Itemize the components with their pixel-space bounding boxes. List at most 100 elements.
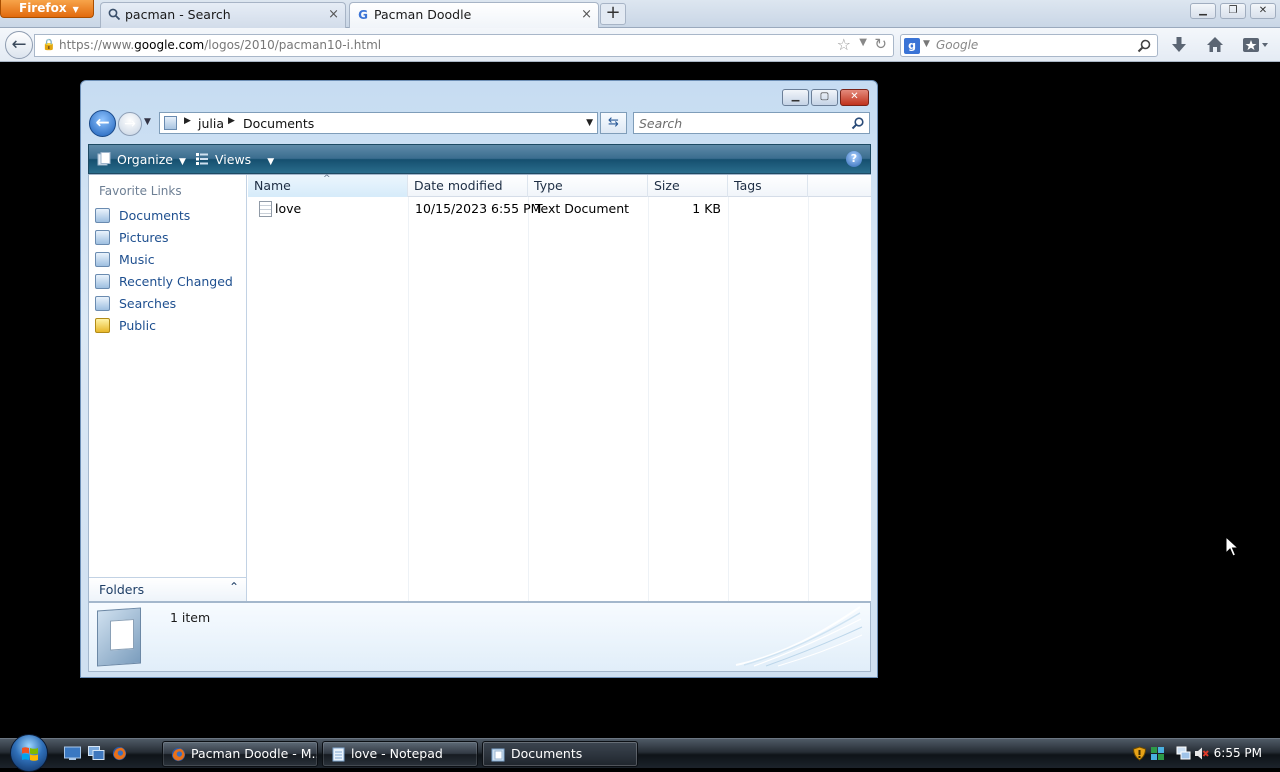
security-shield-icon[interactable] <box>1132 746 1147 761</box>
item-count: 1 item <box>170 610 211 625</box>
chevron-down-icon[interactable]: ▼ <box>923 39 930 49</box>
notepad-icon <box>332 747 345 762</box>
search-icon <box>107 8 121 22</box>
column-size[interactable]: Size <box>648 175 728 197</box>
column-name[interactable]: ^ Name <box>248 174 408 197</box>
organize-button[interactable]: Organize ▼ <box>97 150 186 170</box>
taskbar-button-firefox[interactable]: Pacman Doodle - M... <box>162 741 318 767</box>
bookmarks-menu-icon[interactable] <box>1240 34 1272 56</box>
music-icon <box>95 252 110 267</box>
table-row[interactable]: love 10/15/2023 6:55 PM Text Document 1 … <box>248 199 808 219</box>
firefox-quicklaunch-icon[interactable] <box>111 746 128 761</box>
breadcrumb-julia[interactable]: julia <box>198 116 224 131</box>
explorer-minimize-button[interactable]: ▁ <box>782 89 809 106</box>
taskbar-label: love - Notepad <box>351 746 443 761</box>
minimize-button[interactable]: ▁ <box>1190 3 1216 19</box>
network-icon[interactable] <box>1176 746 1191 761</box>
favorite-pictures[interactable]: Pictures <box>95 229 243 247</box>
close-tab-icon[interactable]: × <box>328 3 339 27</box>
column-date-modified[interactable]: Date modified <box>408 175 528 197</box>
tab-pacman-search[interactable]: pacman - Search × <box>100 2 346 28</box>
breadcrumb-arrow-icon[interactable]: ▶ <box>184 116 191 126</box>
column-type[interactable]: Type <box>528 175 648 197</box>
restore-button[interactable]: ❐ <box>1220 3 1246 19</box>
show-desktop-icon[interactable] <box>64 746 81 761</box>
refresh-button[interactable]: ⇆ <box>600 112 627 134</box>
folder-location-icon <box>164 116 177 130</box>
favorite-searches[interactable]: Searches <box>95 295 243 313</box>
tray-app-icon[interactable] <box>1150 746 1165 761</box>
url-bar[interactable]: 🔒 https://www.google.com/logos/2010/pacm… <box>34 34 894 57</box>
decorative-swoosh-icon <box>735 606 863 667</box>
firefox-menu-button[interactable]: Firefox ▼ <box>0 0 94 18</box>
folders-toggle[interactable]: Folders ⌃ <box>89 577 246 601</box>
column-divider <box>528 197 529 601</box>
web-search-bar[interactable]: g ▼ Google <box>900 34 1158 57</box>
address-bar[interactable]: ▶ julia ▶ Documents ▼ <box>159 112 598 134</box>
column-tags[interactable]: Tags <box>728 175 808 197</box>
home-icon[interactable] <box>1203 34 1227 56</box>
system-tray: 6:55 PM <box>1130 739 1280 769</box>
explorer-close-button[interactable]: ✕ <box>840 89 869 106</box>
search-icon[interactable] <box>1137 36 1151 57</box>
clock[interactable]: 6:55 PM <box>1214 746 1262 760</box>
firefox-menu-label: Firefox <box>19 1 67 15</box>
column-header-row: ^ Name Date modified Type Size Tags <box>248 174 871 197</box>
file-name: love <box>275 201 302 216</box>
bookmark-star-icon[interactable]: ☆ <box>837 35 851 54</box>
chevron-up-icon: ⌃ <box>228 580 239 594</box>
breadcrumb-arrow-icon[interactable]: ▶ <box>228 116 235 126</box>
taskbar-button-notepad[interactable]: love - Notepad <box>322 741 478 767</box>
address-dropdown-icon[interactable]: ▼ <box>586 118 593 128</box>
favorite-music[interactable]: Music <box>95 251 243 269</box>
search-engine-icon[interactable]: g <box>904 38 920 54</box>
start-button[interactable] <box>10 734 48 772</box>
search-placeholder: Search <box>639 116 683 131</box>
browser-nav-bar: 🔒 https://www.google.com/logos/2010/pacm… <box>0 28 1280 62</box>
taskbar-button-documents[interactable]: Documents <box>482 741 638 767</box>
search-icon[interactable] <box>851 114 864 134</box>
windows-logo-icon <box>22 747 38 761</box>
details-pane: 1 item <box>88 602 871 672</box>
history-dropdown-icon[interactable]: ▼ <box>859 37 867 48</box>
back-button[interactable]: ← <box>89 110 116 137</box>
file-list: ^ Name Date modified Type Size Tags love… <box>248 174 871 601</box>
back-button[interactable]: ← <box>5 31 33 59</box>
forward-button[interactable]: → <box>118 112 142 136</box>
favorite-label: Recently Changed <box>119 274 233 289</box>
breadcrumb-documents[interactable]: Documents <box>243 116 314 131</box>
firefox-icon <box>171 747 186 762</box>
explorer-search-input[interactable]: Search <box>633 112 870 134</box>
views-button[interactable]: Views ▼ <box>195 150 274 170</box>
favorite-label: Music <box>119 252 155 267</box>
chevron-down-icon: ▼ <box>179 157 186 167</box>
recent-pages-dropdown-icon[interactable]: ▼ <box>144 117 151 127</box>
explorer-icon <box>491 748 505 762</box>
organize-label: Organize <box>117 152 173 167</box>
folders-label: Folders <box>99 582 145 597</box>
recently-changed-icon <box>95 274 110 289</box>
favorite-public[interactable]: Public <box>95 317 243 335</box>
file-date: 10/15/2023 6:55 PM <box>415 201 542 216</box>
close-window-button[interactable]: ✕ <box>1250 3 1276 19</box>
favorite-links-heading: Favorite Links <box>99 184 182 198</box>
new-tab-button[interactable]: + <box>600 3 626 25</box>
browser-tab-bar: Firefox ▼ pacman - Search × G Pacman Dood… <box>0 0 1280 29</box>
text-document-icon <box>259 201 272 217</box>
favorite-label: Documents <box>119 208 191 223</box>
views-icon <box>195 152 209 166</box>
reload-icon[interactable]: ↻ <box>874 35 887 53</box>
tab-pacman-doodle[interactable]: G Pacman Doodle × <box>349 2 599 29</box>
navigation-pane: Favorite Links Documents Pictures Music … <box>89 175 247 601</box>
download-icon[interactable] <box>1167 34 1191 56</box>
switch-windows-icon[interactable] <box>88 746 105 761</box>
volume-muted-icon[interactable] <box>1194 746 1209 761</box>
explorer-maximize-button[interactable]: ▢ <box>811 89 838 106</box>
views-label: Views <box>215 152 252 167</box>
favorite-recently-changed[interactable]: Recently Changed <box>95 273 243 291</box>
file-size: 1 KB <box>692 201 721 216</box>
favorite-documents[interactable]: Documents <box>95 207 243 225</box>
favorite-label: Public <box>119 318 156 333</box>
help-icon[interactable]: ? <box>846 151 862 167</box>
close-tab-icon[interactable]: × <box>581 3 592 27</box>
